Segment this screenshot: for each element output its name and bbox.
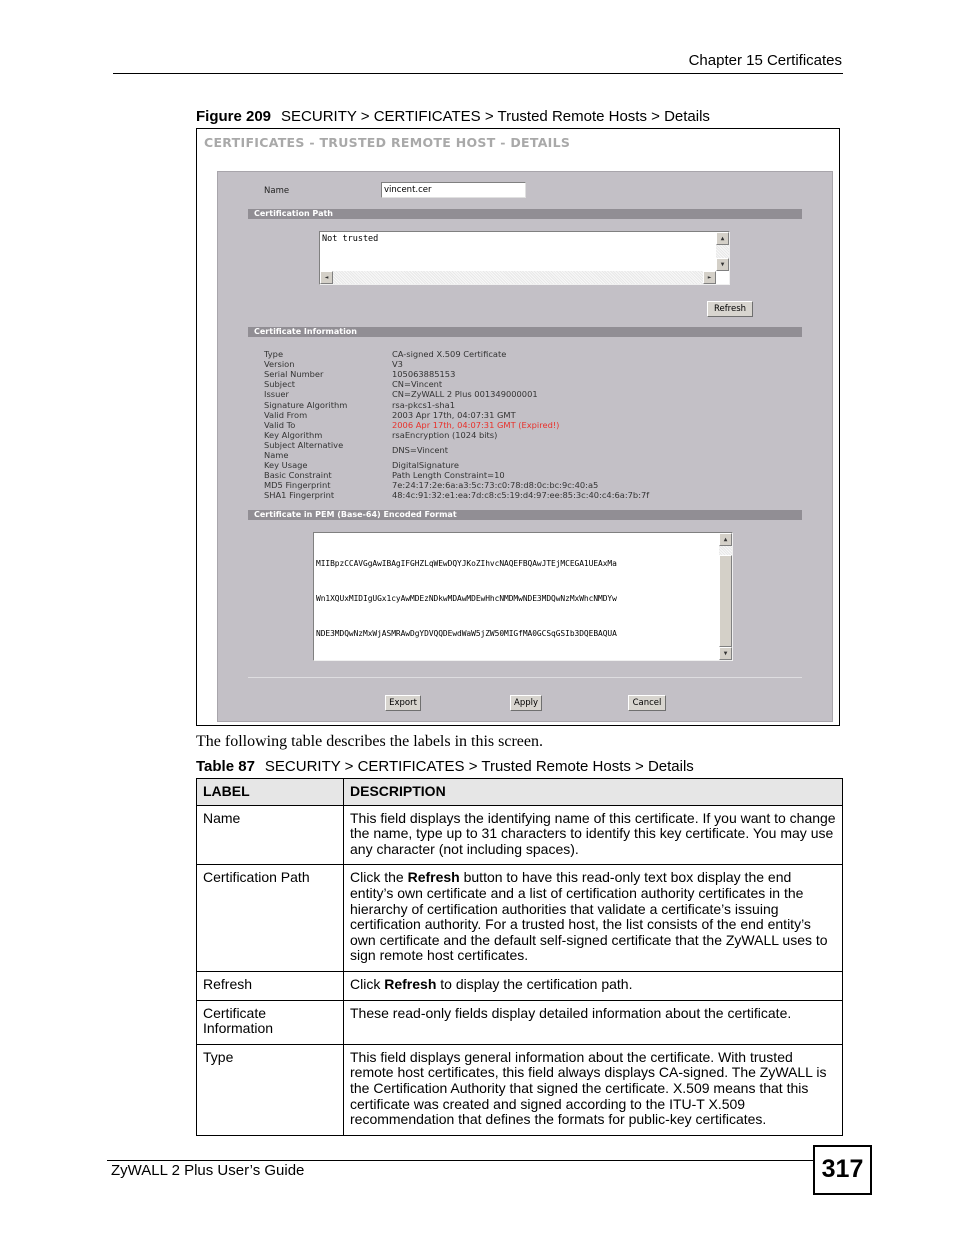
row-description: Click the Refresh button to have this re… bbox=[343, 864, 843, 972]
section-certification-path: Certification Path bbox=[248, 209, 802, 219]
row-label: Type bbox=[196, 1043, 344, 1136]
certification-path-text: Not trusted bbox=[322, 234, 379, 244]
row-label: Certification Path bbox=[196, 864, 344, 972]
intro-text: The following table describes the labels… bbox=[196, 733, 544, 750]
cancel-button[interactable]: Cancel bbox=[628, 695, 666, 711]
table-row: Type This field displays general informa… bbox=[196, 1043, 843, 1136]
row-description: Click Refresh to display the certificati… bbox=[343, 970, 843, 1001]
row-description: This field displays the identifying name… bbox=[343, 804, 843, 866]
page-number: 317 bbox=[813, 1145, 872, 1195]
table-header-row: LABEL DESCRIPTION bbox=[196, 778, 843, 806]
pem-vertical-scrollbar[interactable]: ▲ ▼ bbox=[719, 533, 732, 660]
footer-rule bbox=[107, 1160, 813, 1161]
scroll-left-icon[interactable]: ◄ bbox=[320, 271, 333, 284]
expired-date: 2006 Apr 17th, 04:07:31 GMT (Expired!) bbox=[392, 419, 560, 430]
row-label: Certificate Information bbox=[196, 999, 344, 1045]
row-description: These read-only fields display detailed … bbox=[343, 999, 843, 1045]
details-panel: Name Certification Path Not trusted ▲ ▼ … bbox=[217, 171, 833, 722]
table-row: Refresh Click Refresh to display the cer… bbox=[196, 970, 843, 1001]
apply-button[interactable]: Apply bbox=[510, 695, 542, 711]
header-rule bbox=[113, 73, 843, 74]
table-caption-text: SECURITY > CERTIFICATES > Trusted Remote… bbox=[264, 758, 694, 775]
row-description: This field displays general information … bbox=[343, 1043, 843, 1136]
certification-path-textbox[interactable]: Not trusted ▲ ▼ ◄ ► bbox=[319, 231, 730, 285]
name-input[interactable] bbox=[381, 182, 526, 198]
table-row: Certification Path Click the Refresh but… bbox=[196, 864, 843, 972]
divider bbox=[248, 677, 802, 678]
header-description: DESCRIPTION bbox=[343, 778, 843, 806]
scroll-down-icon[interactable]: ▼ bbox=[716, 258, 729, 271]
pem-text: MIIBpzCCAVGgAwIBAgIFGHZLqWEwDQYJKoZIhvcN… bbox=[316, 559, 617, 638]
table-row: Name This field displays the identifying… bbox=[196, 804, 843, 866]
description-table: LABEL DESCRIPTION Name This field displa… bbox=[196, 778, 843, 1136]
screen-title: CERTIFICATES - TRUSTED REMOTE HOST - DET… bbox=[204, 135, 571, 150]
table-number: Table 87 bbox=[196, 758, 255, 775]
scroll-right-icon[interactable]: ► bbox=[703, 271, 716, 284]
scroll-up-icon[interactable]: ▲ bbox=[716, 232, 729, 245]
horizontal-scrollbar[interactable]: ◄ ► bbox=[320, 271, 716, 284]
section-certificate-information: Certificate Information bbox=[248, 327, 802, 337]
row-label: Name bbox=[196, 804, 344, 866]
chapter-header: Chapter 15 Certificates bbox=[688, 52, 842, 69]
header-label: LABEL bbox=[196, 778, 344, 806]
table-row: Certificate Information These read-only … bbox=[196, 999, 843, 1045]
figure-caption-text: SECURITY > CERTIFICATES > Trusted Remote… bbox=[281, 108, 710, 125]
section-pem: Certificate in PEM (Base-64) Encoded For… bbox=[248, 510, 802, 520]
row-label: Refresh bbox=[196, 970, 344, 1001]
figure-caption: Figure 209 SECURITY > CERTIFICATES > Trus… bbox=[196, 108, 710, 125]
name-label: Name bbox=[264, 186, 290, 196]
guide-title: ZyWALL 2 Plus User’s Guide bbox=[111, 1162, 305, 1179]
vertical-scrollbar[interactable]: ▲ ▼ bbox=[716, 232, 729, 271]
screenshot-frame: CERTIFICATES - TRUSTED REMOTE HOST - DET… bbox=[196, 128, 840, 726]
figure-number: Figure 209 bbox=[196, 108, 272, 125]
pem-textbox[interactable]: MIIBpzCCAVGgAwIBAgIFGHZLqWEwDQYJKoZIhvcN… bbox=[313, 532, 733, 661]
scroll-thumb[interactable] bbox=[719, 555, 732, 647]
export-button[interactable]: Export bbox=[385, 695, 421, 711]
scroll-down-icon[interactable]: ▼ bbox=[719, 647, 732, 660]
refresh-button[interactable]: Refresh bbox=[707, 301, 753, 317]
scroll-up-icon[interactable]: ▲ bbox=[719, 533, 732, 546]
table-caption: Table 87 SECURITY > CERTIFICATES > Truste… bbox=[196, 758, 694, 775]
